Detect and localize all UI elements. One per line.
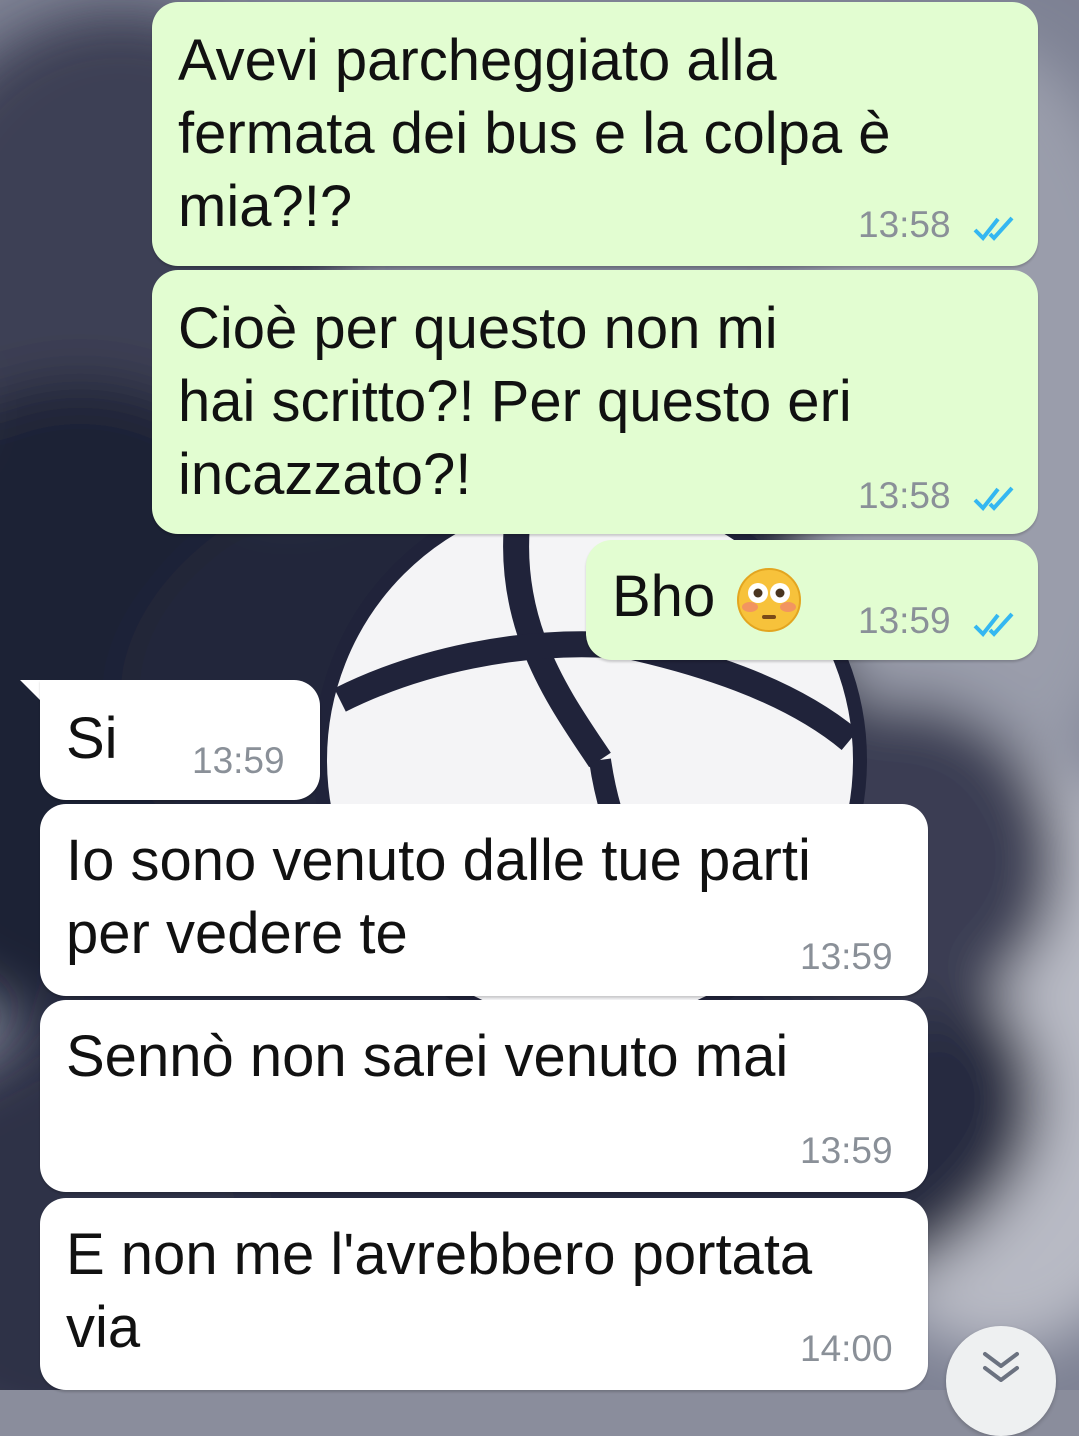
message-text: E non me l'avrebbero portata via xyxy=(66,1222,813,1360)
message-text: Si xyxy=(66,706,118,771)
message-timestamp: 13:58 xyxy=(858,204,951,245)
outgoing-message[interactable]: Cioè per questo non mi hai scritto?! Per… xyxy=(152,270,1038,534)
double-check-icon xyxy=(973,612,1014,638)
message-text: Bho xyxy=(612,564,716,629)
message-text: Io sono venuto dalle tue parti per veder… xyxy=(66,828,811,966)
message-timestamp: 13:59 xyxy=(800,1130,893,1171)
outgoing-message[interactable]: Avevi parcheggiato alla fermata dei bus … xyxy=(152,2,1038,266)
message-timestamp: 13:59 xyxy=(800,936,893,977)
flushed-face-emoji xyxy=(737,568,801,632)
incoming-message[interactable]: Io sono venuto dalle tue parti per veder… xyxy=(40,804,928,996)
message-timestamp: 13:59 xyxy=(858,600,951,641)
double-check-icon xyxy=(973,486,1014,512)
scroll-to-bottom-button[interactable] xyxy=(946,1326,1056,1436)
message-timestamp: 14:00 xyxy=(800,1328,893,1369)
double-check-icon xyxy=(973,216,1014,242)
incoming-message[interactable]: E non me l'avrebbero portata via 14:00 xyxy=(40,1198,928,1390)
double-chevron-down-icon xyxy=(983,1352,1019,1382)
message-timestamp: 13:58 xyxy=(858,475,951,516)
incoming-message[interactable]: Si 13:59 xyxy=(40,680,320,800)
message-timestamp: 13:59 xyxy=(192,740,285,781)
message-text: Sennò non sarei venuto mai xyxy=(66,1024,789,1089)
incoming-message[interactable]: Sennò non sarei venuto mai 13:59 xyxy=(40,1000,928,1192)
outgoing-message[interactable]: Bho 13:59 xyxy=(586,540,1038,660)
